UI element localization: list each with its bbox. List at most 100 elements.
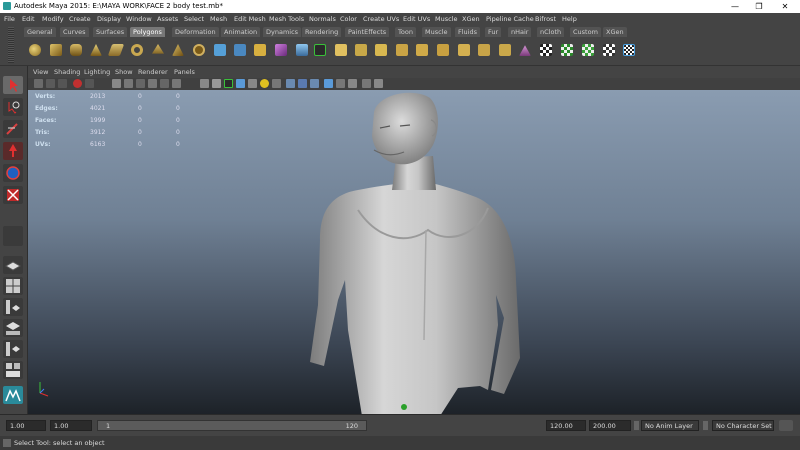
tab-surfaces[interactable]: Surfaces: [93, 27, 128, 37]
planar-mapping-icon[interactable]: [540, 44, 552, 56]
rotate-tool-icon[interactable]: [3, 164, 23, 182]
xray-icon[interactable]: [336, 79, 345, 88]
cylindrical-mapping-icon[interactable]: [561, 44, 573, 56]
bevel-icon[interactable]: [458, 44, 470, 56]
menu-bifrost[interactable]: Bifrost: [535, 15, 556, 23]
character-set-arrow-icon[interactable]: [703, 421, 708, 430]
start-time-field[interactable]: 1.00: [6, 420, 46, 431]
smooth-shade-icon[interactable]: [212, 79, 221, 88]
extrude-icon[interactable]: [335, 44, 347, 56]
menu-mesh-tools[interactable]: Mesh Tools: [269, 15, 304, 23]
wireframe-on-shaded-icon[interactable]: [224, 79, 233, 88]
shadows-icon[interactable]: [260, 79, 269, 88]
animation-end-field[interactable]: 200.00: [589, 420, 631, 431]
menu-file[interactable]: File: [4, 15, 15, 23]
menu-display[interactable]: Display: [97, 15, 121, 23]
tab-ncloth[interactable]: nCloth: [537, 27, 565, 37]
gate-mask-icon[interactable]: [136, 79, 145, 88]
merge-icon[interactable]: [478, 44, 490, 56]
depth-of-field-icon[interactable]: [310, 79, 319, 88]
append-polygon-icon[interactable]: [375, 44, 387, 56]
poly-pipe-icon[interactable]: [193, 44, 205, 56]
viewport-scene[interactable]: Verts: 2013 0 0 Edges: 4021 0 0 Faces: 1…: [28, 90, 800, 414]
menu-edit-uvs[interactable]: Edit UVs: [403, 15, 430, 23]
tab-rendering[interactable]: Rendering: [302, 27, 342, 37]
menu-modify[interactable]: Modify: [42, 15, 64, 23]
key-icon[interactable]: [779, 420, 793, 431]
persp-graph-layout-icon[interactable]: [3, 319, 23, 337]
spherical-mapping-icon[interactable]: [582, 44, 594, 56]
mirror-geometry-icon[interactable]: [314, 44, 326, 56]
viewport-menu-shading[interactable]: Shading: [54, 68, 80, 76]
viewport-menu-lighting[interactable]: Lighting: [84, 68, 110, 76]
poly-cube-icon[interactable]: [50, 44, 62, 56]
tab-nhair[interactable]: nHair: [508, 27, 532, 37]
menu-normals[interactable]: Normals: [309, 15, 336, 23]
hypershade-persp-layout-icon[interactable]: [3, 340, 23, 358]
tab-polygons[interactable]: Polygons: [130, 27, 165, 37]
screen-space-ao-icon[interactable]: [272, 79, 281, 88]
menu-mesh[interactable]: Mesh: [210, 15, 227, 23]
isolate-select-icon[interactable]: [324, 79, 333, 88]
anim-layer-arrow-icon[interactable]: [634, 421, 639, 430]
four-view-layout-icon[interactable]: [3, 277, 23, 295]
automatic-mapping-icon[interactable]: [603, 44, 615, 56]
menu-select[interactable]: Select: [184, 15, 204, 23]
menu-color[interactable]: Color: [340, 15, 357, 23]
menu-assets[interactable]: Assets: [157, 15, 178, 23]
bool-icon[interactable]: [296, 44, 308, 56]
bridge-icon[interactable]: [355, 44, 367, 56]
menu-edit[interactable]: Edit: [22, 15, 35, 23]
body-mesh[interactable]: [28, 90, 800, 414]
tab-xgen[interactable]: XGen: [603, 27, 627, 37]
select-tool-icon[interactable]: [3, 76, 23, 94]
collapse-icon[interactable]: [499, 44, 511, 56]
smooth-icon[interactable]: [275, 44, 287, 56]
multisample-aa-icon[interactable]: [298, 79, 307, 88]
select-camera-icon[interactable]: [34, 79, 43, 88]
insert-edge-loop-icon[interactable]: [416, 44, 428, 56]
tab-muscle[interactable]: Muscle: [422, 27, 451, 37]
menu-window[interactable]: Window: [126, 15, 152, 23]
minimize-icon[interactable]: —: [722, 0, 748, 13]
grid-toggle-icon[interactable]: [85, 79, 94, 88]
camera-attributes-icon[interactable]: [46, 79, 55, 88]
tab-dynamics[interactable]: Dynamics: [263, 27, 302, 37]
menu-help[interactable]: Help: [562, 15, 577, 23]
time-range-slider[interactable]: 1 120: [97, 420, 367, 431]
separate-icon[interactable]: [234, 44, 246, 56]
offset-edge-loop-icon[interactable]: [437, 44, 449, 56]
split-polygon-icon[interactable]: [396, 44, 408, 56]
image-plane-icon[interactable]: [73, 79, 82, 88]
viewport-menu-show[interactable]: Show: [115, 68, 133, 76]
safe-action-icon[interactable]: [160, 79, 169, 88]
use-all-lights-icon[interactable]: [248, 79, 257, 88]
safe-title-icon[interactable]: [172, 79, 181, 88]
combine-icon[interactable]: [214, 44, 226, 56]
scale-tool-icon[interactable]: [3, 186, 23, 204]
paint-select-tool-icon[interactable]: [3, 120, 23, 138]
maximize-icon[interactable]: ❐: [746, 0, 772, 13]
tab-fur[interactable]: Fur: [485, 27, 502, 37]
perspective-viewport[interactable]: View Shading Lighting Show Renderer Pane…: [28, 66, 800, 414]
playback-end-field[interactable]: 120.00: [546, 420, 586, 431]
viewport-menu-view[interactable]: View: [33, 68, 48, 76]
poly-cylinder-icon[interactable]: [70, 44, 82, 56]
persp-outliner-layout-icon[interactable]: [3, 298, 23, 316]
tab-painteffects[interactable]: PaintEffects: [345, 27, 390, 37]
tab-toon[interactable]: Toon: [395, 27, 416, 37]
menu-edit-mesh[interactable]: Edit Mesh: [234, 15, 266, 23]
tab-deformation[interactable]: Deformation: [172, 27, 219, 37]
menu-create[interactable]: Create: [69, 15, 91, 23]
wireframe-icon[interactable]: [200, 79, 209, 88]
single-perspective-layout-icon[interactable]: [3, 256, 23, 274]
lasso-tool-icon[interactable]: [3, 98, 23, 116]
gamma-icon[interactable]: [374, 79, 383, 88]
viewport-menu-panels[interactable]: Panels: [174, 68, 195, 76]
motion-blur-icon[interactable]: [286, 79, 295, 88]
persp-graph-outliner-layout-icon[interactable]: [3, 361, 23, 379]
tab-animation[interactable]: Animation: [221, 27, 261, 37]
field-chart-icon[interactable]: [148, 79, 157, 88]
resolution-gate-icon[interactable]: [124, 79, 133, 88]
uv-editor-icon[interactable]: [623, 44, 635, 56]
